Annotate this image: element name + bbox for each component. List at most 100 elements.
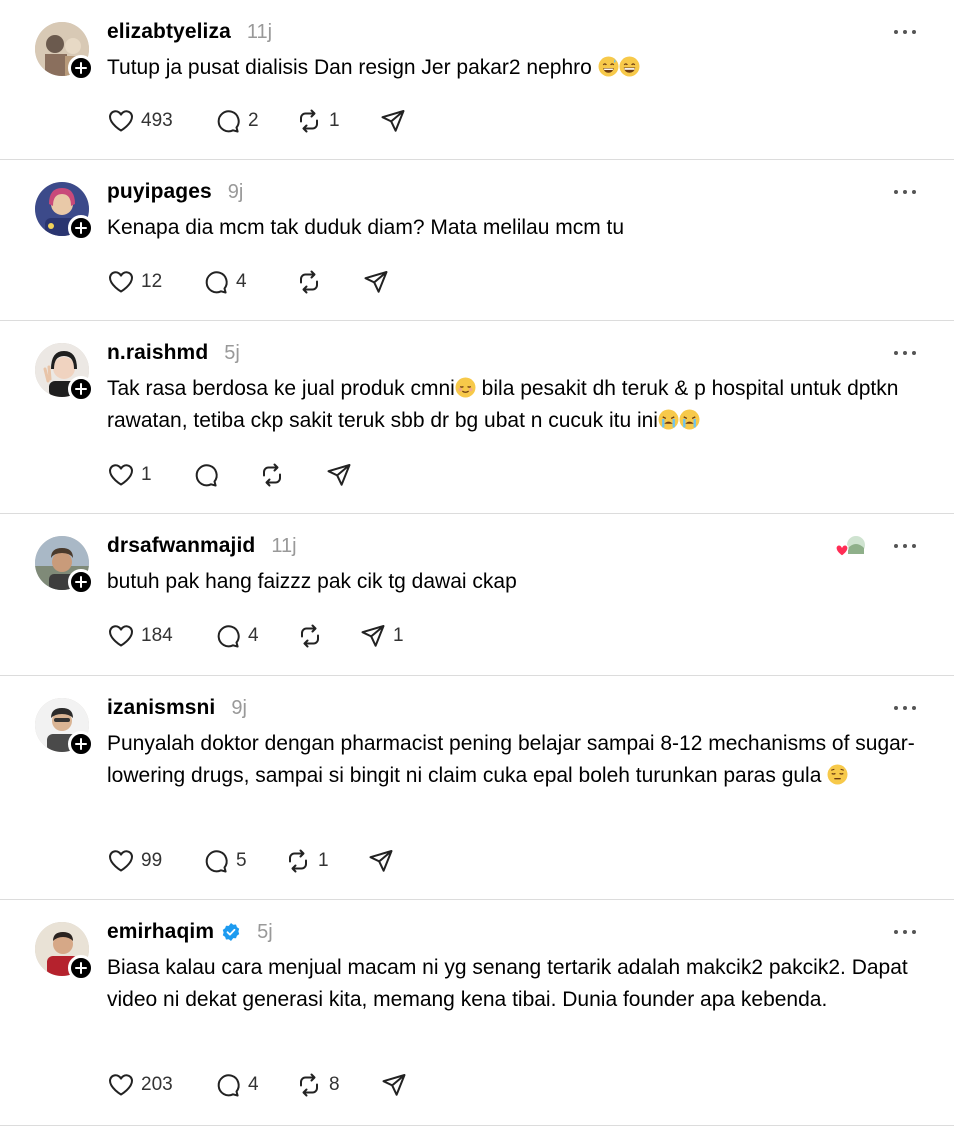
more-icon[interactable] [894, 698, 916, 718]
share-icon [361, 625, 385, 647]
follow-plus-icon [75, 383, 87, 395]
timestamp: 11j [246, 20, 273, 43]
avatar[interactable] [35, 536, 94, 595]
follow-button[interactable] [68, 955, 94, 981]
more-icon[interactable] [894, 536, 916, 556]
post-text: butuh pak hang faizzz pak cik tg dawai c… [107, 570, 517, 593]
username[interactable]: elizabtyeliza [107, 20, 231, 44]
username[interactable]: emirhaqim [107, 920, 214, 944]
follow-button[interactable] [68, 731, 94, 757]
share-button[interactable] [379, 106, 413, 136]
like-button[interactable]: 203 [107, 1070, 214, 1100]
repost-icon [301, 624, 319, 648]
more-icon[interactable] [894, 343, 916, 363]
heart-icon [109, 625, 133, 647]
reply-count: 2 [248, 110, 259, 131]
repost-button[interactable]: 8 [295, 1070, 380, 1100]
crying-emoji-icon [679, 409, 700, 430]
post-2: puyipages 9j Kenapa dia mcm tak duduk di… [0, 160, 954, 321]
follow-plus-icon [75, 576, 87, 588]
repost-button[interactable] [258, 460, 325, 490]
post-6: emirhaqim 5j Biasa kalau cara menjual ma… [0, 900, 954, 1126]
avatar[interactable] [35, 182, 94, 241]
comment-icon [205, 271, 228, 294]
share-button[interactable]: 1 [359, 621, 404, 651]
more-icon[interactable] [894, 182, 916, 202]
follow-button[interactable] [68, 55, 94, 81]
follow-plus-icon [75, 962, 87, 974]
timestamp: 11j [271, 534, 297, 557]
avatar[interactable] [35, 698, 94, 757]
avatar[interactable] [35, 922, 94, 981]
share-button[interactable] [362, 267, 396, 297]
reply-count: 4 [248, 1074, 259, 1095]
like-button[interactable]: 1 [107, 460, 192, 490]
repost-button[interactable]: 1 [295, 106, 379, 136]
like-count: 1 [141, 464, 152, 485]
reply-button[interactable]: 4 [214, 621, 296, 651]
timestamp: 9j [231, 696, 247, 719]
username[interactable]: izanismsni [107, 696, 215, 720]
like-button[interactable]: 12 [107, 267, 202, 297]
liked-by-avatars-icon [835, 534, 867, 557]
like-count: 184 [141, 625, 173, 646]
like-count: 493 [141, 110, 173, 131]
reply-button[interactable] [192, 460, 258, 490]
like-button[interactable]: 184 [107, 621, 214, 651]
sweat-smile-emoji-icon [598, 56, 619, 77]
repost-icon [263, 463, 281, 487]
repost-icon [300, 1073, 318, 1097]
share-icon [381, 110, 405, 132]
repost-button[interactable]: 1 [284, 846, 367, 876]
follow-button[interactable] [68, 376, 94, 402]
reply-count: 4 [236, 271, 247, 292]
reply-button[interactable]: 4 [202, 267, 295, 297]
heart-icon [109, 1074, 133, 1096]
username[interactable]: drsafwanmajid [107, 534, 255, 558]
follow-button[interactable] [68, 215, 94, 241]
avatar[interactable] [35, 22, 94, 81]
timestamp: 9j [227, 180, 244, 203]
crying-emoji-icon [658, 409, 679, 430]
post-1: elizabtyeliza 11j Tutup ja pusat dialisi… [0, 0, 954, 160]
like-button[interactable]: 99 [107, 846, 202, 876]
more-icon[interactable] [894, 922, 916, 942]
reply-count: 4 [248, 625, 259, 646]
reply-button[interactable]: 5 [202, 846, 284, 876]
repost-count: 1 [329, 110, 340, 131]
share-button[interactable] [325, 460, 359, 490]
post-3: n.raishmd 5j Tak rasa berdosa ke jual pr… [0, 321, 954, 514]
repost-button[interactable] [295, 267, 362, 297]
post-text: Kenapa dia mcm tak duduk diam? Mata meli… [107, 216, 625, 239]
follow-button[interactable] [68, 569, 94, 595]
like-button[interactable]: 493 [107, 106, 214, 136]
reply-button[interactable]: 2 [214, 106, 295, 136]
username[interactable]: puyipages [107, 180, 212, 204]
comment-icon [217, 625, 240, 648]
relieved-emoji-icon [455, 377, 476, 398]
share-button[interactable] [380, 1070, 414, 1100]
more-icon[interactable] [894, 22, 916, 42]
verified-icon [222, 923, 240, 941]
grin-emoji-icon [619, 56, 640, 77]
username[interactable]: n.raishmd [107, 341, 208, 365]
avatar[interactable] [35, 343, 94, 402]
like-count: 203 [141, 1074, 173, 1095]
divider [0, 1125, 954, 1126]
repost-count: 8 [329, 1074, 340, 1095]
post-text: Punyalah doktor dengan pharmacist pening… [107, 732, 915, 787]
like-count: 12 [141, 271, 163, 292]
reply-button[interactable]: 4 [214, 1070, 295, 1100]
like-count: 99 [141, 850, 163, 871]
follow-plus-icon [75, 62, 87, 74]
post-text: Tutup ja pusat dialisis Dan resign Jer p… [107, 52, 917, 84]
share-icon [369, 850, 393, 872]
repost-count: 1 [318, 850, 329, 871]
repost-icon [300, 270, 318, 294]
share-icon [364, 271, 388, 293]
repost-button[interactable] [296, 621, 359, 651]
share-button[interactable] [367, 846, 401, 876]
post-text: Biasa kalau cara menjual macam ni yg sen… [107, 956, 908, 1011]
pensive-emoji-icon [827, 764, 848, 785]
follow-plus-icon [75, 222, 87, 234]
